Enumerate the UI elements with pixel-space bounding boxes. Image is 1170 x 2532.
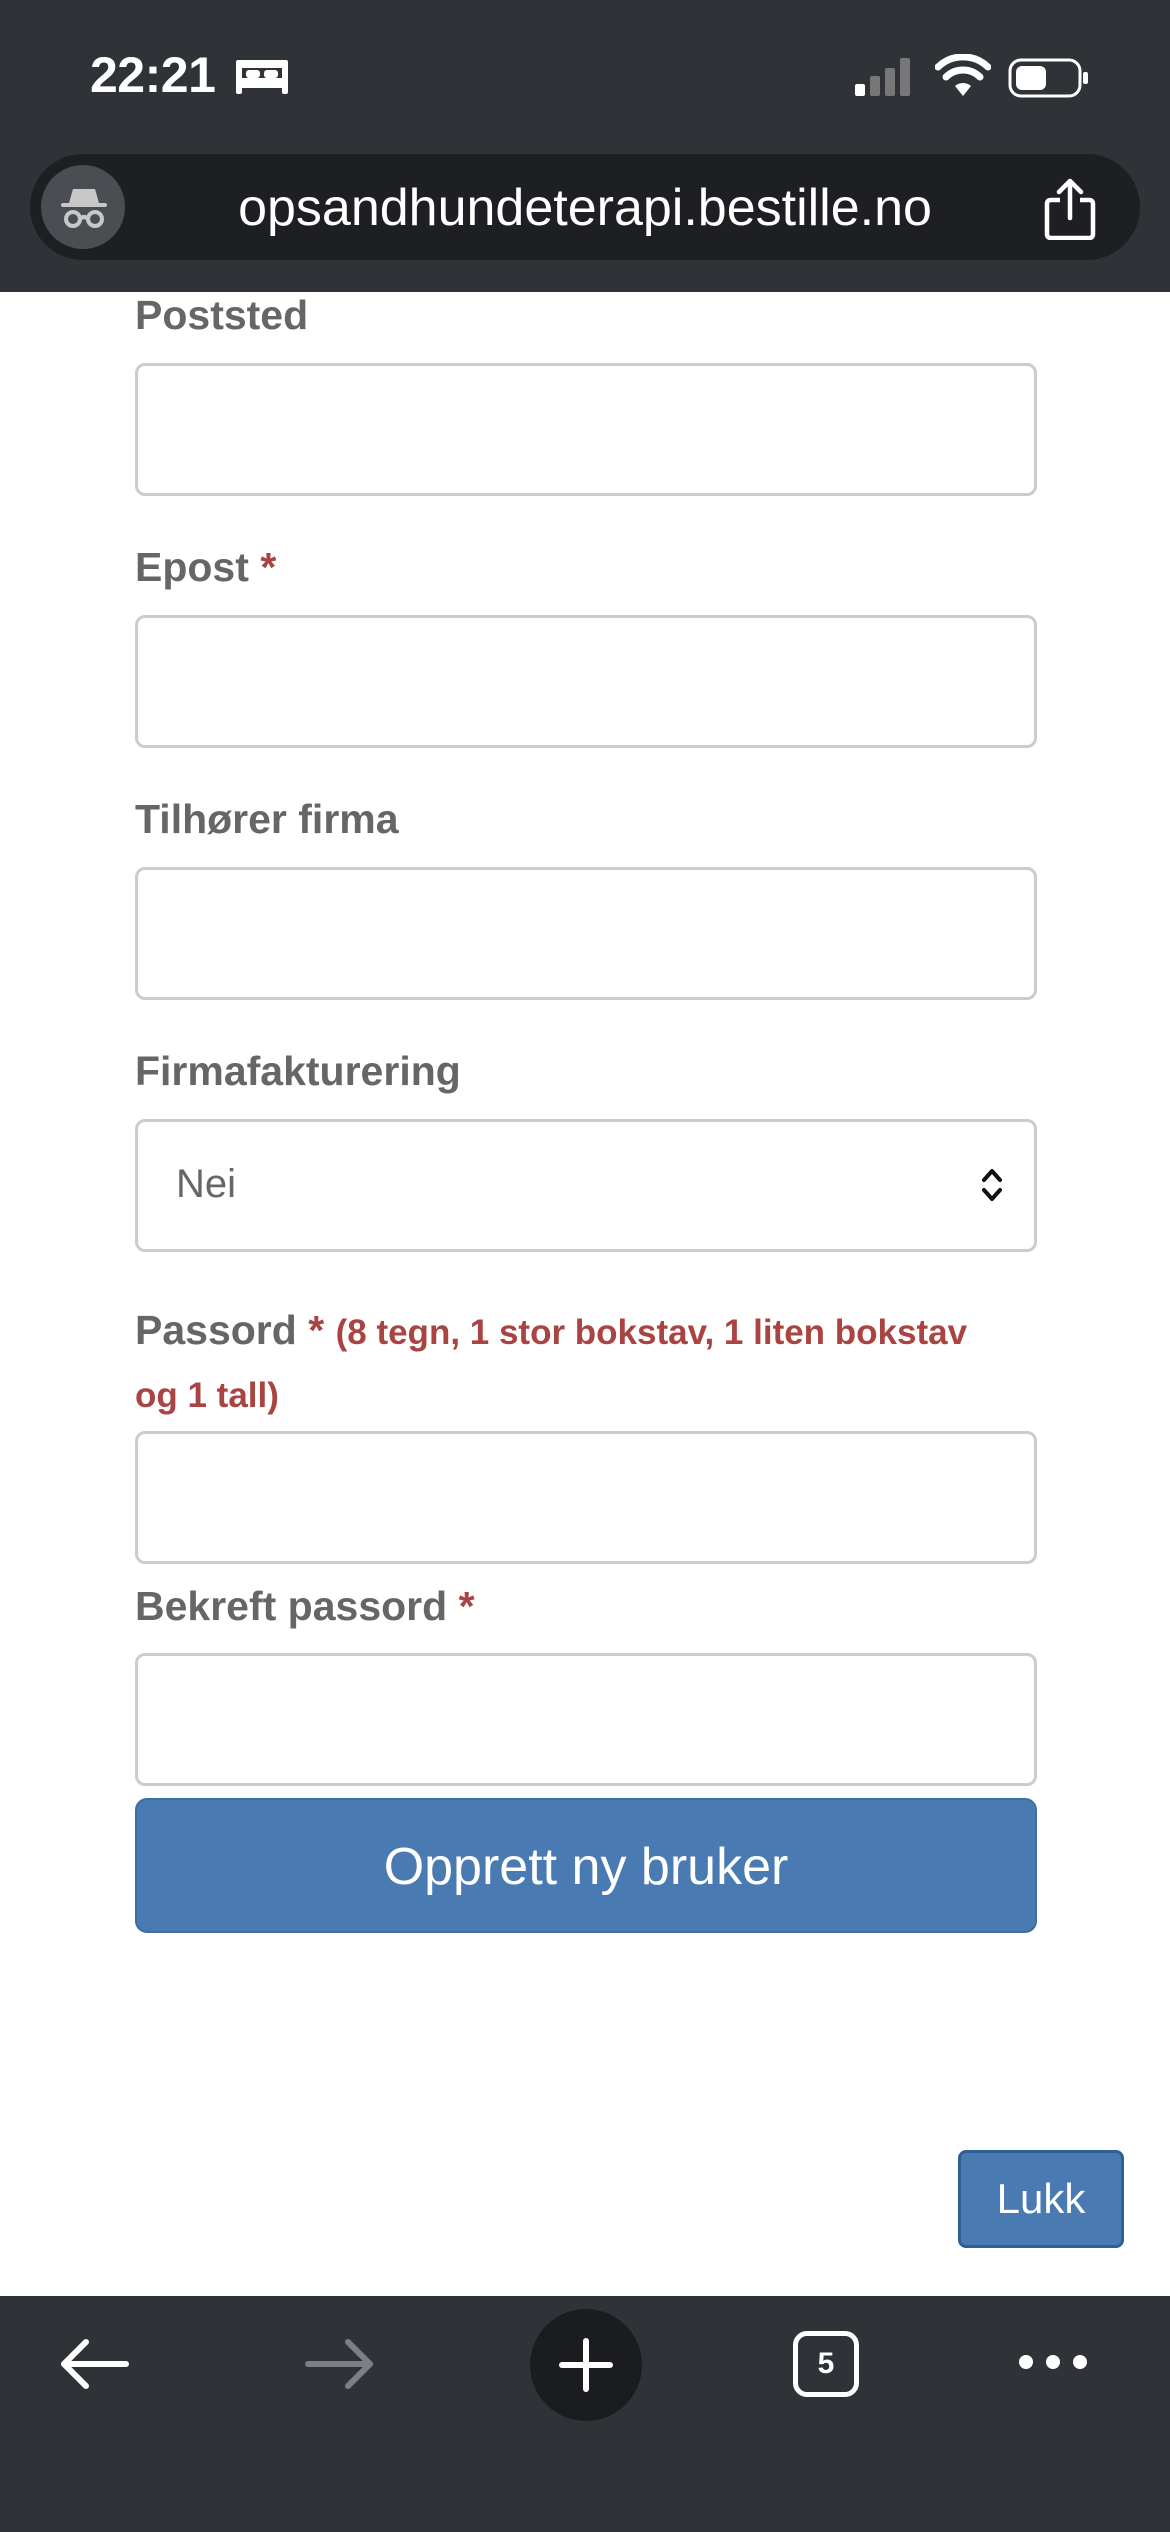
- required-marker: *: [458, 1583, 475, 1629]
- browser-toolbar: 5: [0, 2296, 1170, 2532]
- bekreft-passord-input[interactable]: [135, 1653, 1037, 1786]
- bed-icon: [236, 60, 288, 94]
- status-time: 22:21: [90, 47, 216, 103]
- signal-icon: [855, 58, 910, 96]
- new-tab-icon: [559, 2338, 613, 2392]
- fakturering-selected-value: Nei: [176, 1162, 237, 1206]
- modal-footer: Lukk: [0, 2102, 1170, 2294]
- create-user-button[interactable]: Opprett ny bruker: [135, 1798, 1037, 1933]
- fakturering-select[interactable]: Nei: [135, 1119, 1037, 1252]
- passord-input[interactable]: [135, 1431, 1037, 1564]
- more-icon[interactable]: [1016, 2352, 1090, 2372]
- registration-form: Poststed Epost * Tilhører firma Firmafak…: [0, 292, 1170, 2105]
- passord-hint-line2: og 1 tall): [135, 1376, 279, 1415]
- bekreft-passord-label: Bekreft passord *: [135, 1583, 475, 1629]
- wifi-icon: [935, 54, 991, 96]
- tabs-icon[interactable]: 5: [793, 2331, 859, 2397]
- new-tab-button[interactable]: [530, 2309, 642, 2421]
- battery-icon: [1008, 58, 1088, 98]
- select-chevrons-icon: [982, 1169, 1002, 1201]
- required-marker: *: [308, 1307, 325, 1353]
- epost-input[interactable]: [135, 615, 1037, 748]
- passord-hint: (8 tegn, 1 stor bokstav, 1 liten bokstav: [335, 1313, 968, 1352]
- url-text[interactable]: opsandhundeterapi.bestille.no: [30, 178, 1140, 238]
- back-icon[interactable]: [58, 2336, 132, 2392]
- required-marker: *: [260, 544, 277, 590]
- share-icon[interactable]: [1043, 178, 1097, 240]
- epost-label: Epost *: [135, 544, 277, 590]
- poststed-input[interactable]: [135, 363, 1037, 496]
- address-bar[interactable]: opsandhundeterapi.bestille.no: [30, 154, 1140, 260]
- fakturering-label: Firmafakturering: [135, 1048, 461, 1094]
- firma-label: Tilhører firma: [135, 796, 399, 842]
- close-button[interactable]: Lukk: [958, 2150, 1124, 2248]
- passord-label: Passord * (8 tegn, 1 stor bokstav, 1 lit…: [135, 1307, 968, 1415]
- browser-top-bar: 22:21 opsandhundeterapi.bestille.no: [0, 0, 1170, 292]
- poststed-label: Poststed: [135, 292, 309, 338]
- firma-input[interactable]: [135, 867, 1037, 1000]
- forward-icon[interactable]: [302, 2336, 376, 2392]
